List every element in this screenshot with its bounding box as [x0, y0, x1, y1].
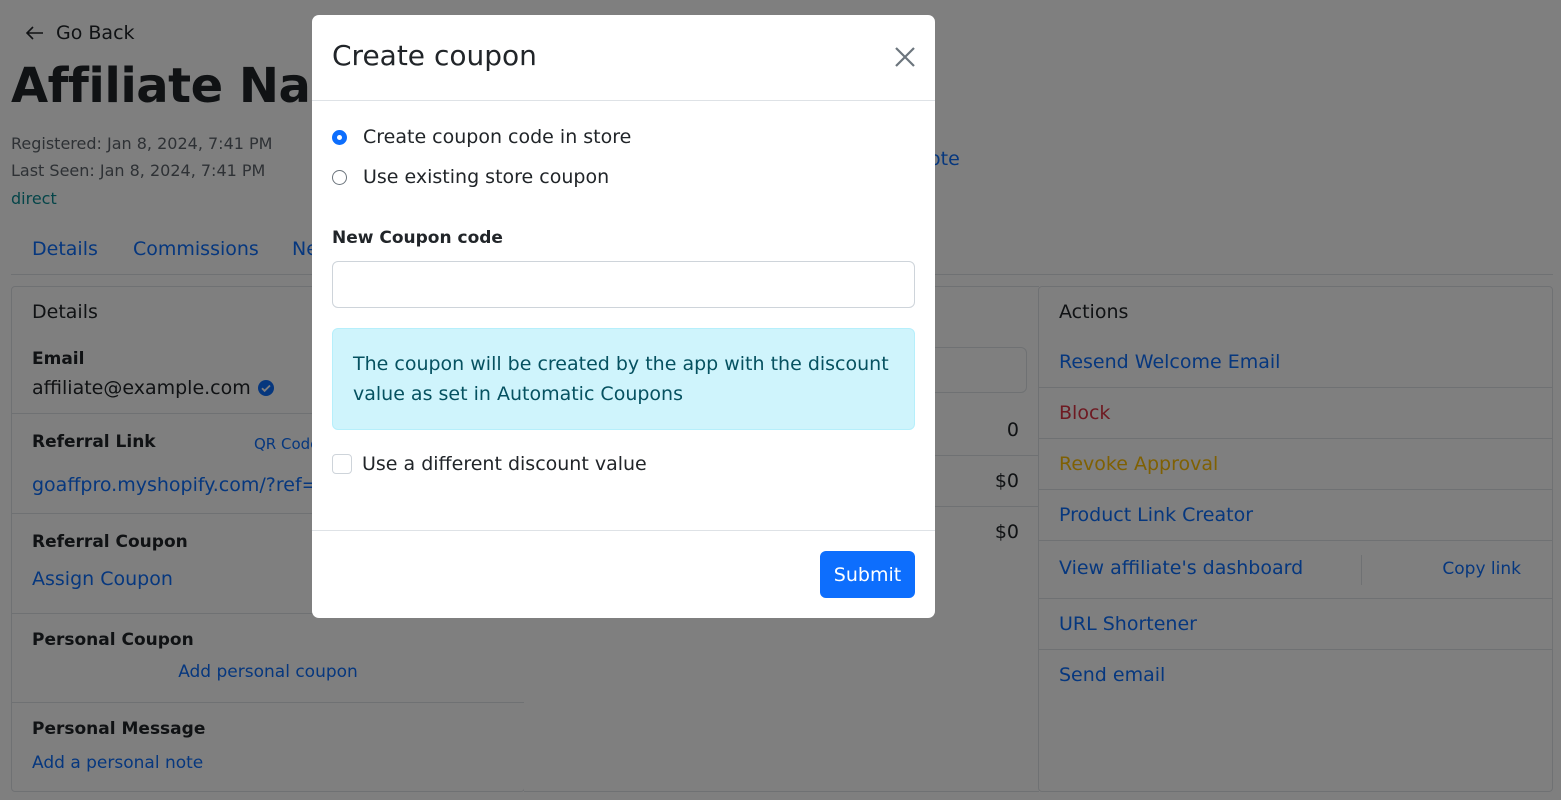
radio-existing-label: Use existing store coupon: [363, 166, 610, 188]
modal-header: Create coupon: [312, 15, 935, 101]
radio-button-selected[interactable]: [332, 129, 347, 145]
modal-footer: Submit: [312, 530, 935, 618]
different-discount-label: Use a different discount value: [362, 453, 647, 475]
different-discount-checkbox[interactable]: [332, 454, 352, 474]
radio-button[interactable]: [332, 169, 347, 185]
different-discount-checkbox-row[interactable]: Use a different discount value: [332, 453, 647, 475]
radio-existing-coupon[interactable]: Use existing store coupon: [332, 166, 609, 188]
create-coupon-modal: Create coupon Create coupon code in stor…: [312, 15, 935, 618]
radio-create-coupon[interactable]: Create coupon code in store: [332, 126, 631, 148]
submit-button[interactable]: Submit: [820, 551, 915, 598]
close-icon[interactable]: [893, 45, 917, 69]
coupon-code-input[interactable]: [332, 261, 915, 308]
radio-create-label: Create coupon code in store: [363, 126, 632, 148]
modal-title: Create coupon: [332, 39, 537, 72]
info-alert: The coupon will be created by the app wi…: [332, 328, 915, 430]
coupon-code-label: New Coupon code: [332, 228, 503, 248]
